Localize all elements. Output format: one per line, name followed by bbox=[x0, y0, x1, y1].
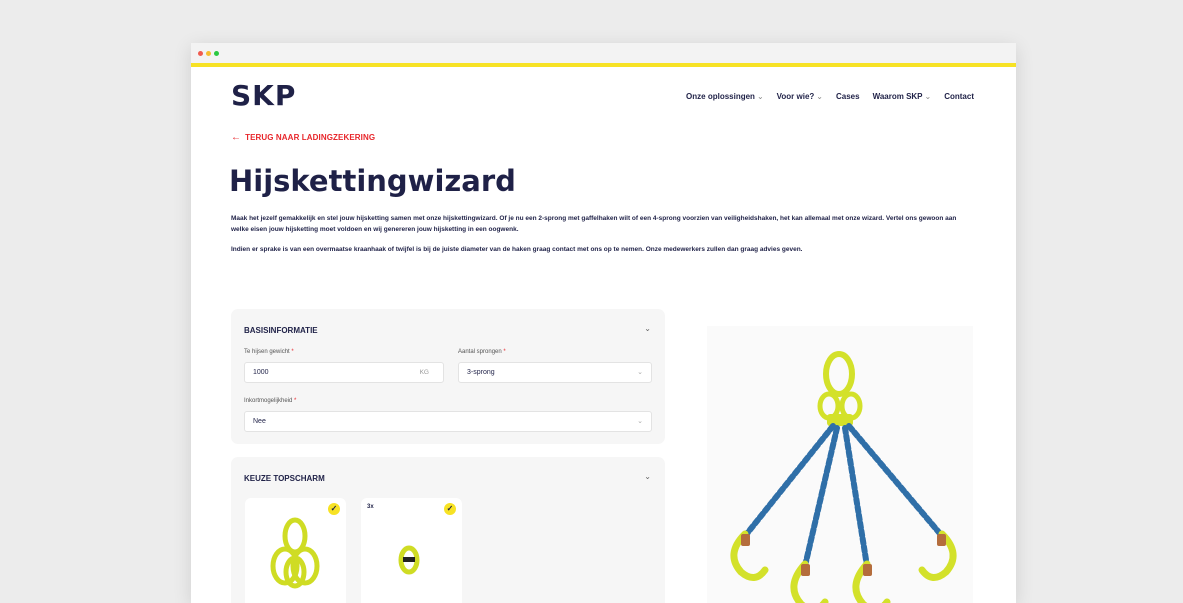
chevron-down-icon: ⌄ bbox=[756, 92, 764, 101]
nav-item-voor-wie[interactable]: Voor wie? ⌄ bbox=[777, 92, 823, 101]
required-marker: * bbox=[294, 398, 297, 404]
nav-item-contact[interactable]: Contact bbox=[944, 92, 974, 101]
nav-label: Contact bbox=[944, 92, 974, 101]
required-marker: * bbox=[291, 349, 294, 355]
main-nav: Onze oplossingen ⌄ Voor wie? ⌄ Cases Waaro… bbox=[686, 92, 974, 101]
master-link-assembly-icon bbox=[270, 517, 320, 589]
nav-label: Onze oplossingen bbox=[686, 92, 755, 101]
legs-label-text: Aantal sprongen bbox=[458, 349, 502, 355]
legs-select[interactable]: 3-sprong ⌄ bbox=[458, 362, 652, 383]
legs-label: Aantal sprongen * bbox=[458, 349, 506, 355]
topscharm-option[interactable]: ✓ bbox=[245, 498, 346, 603]
nav-item-cases[interactable]: Cases bbox=[836, 92, 860, 101]
weight-value: 1000 bbox=[253, 369, 269, 376]
basis-info-card: BASISINFORMATIE ⌄ Te hijsen gewicht * 10… bbox=[231, 309, 665, 444]
shorten-label-text: Inkortmogelijkheid bbox=[244, 398, 293, 404]
chevron-down-icon[interactable]: ⌄ bbox=[644, 472, 651, 481]
chevron-down-icon: ⌄ bbox=[924, 92, 932, 101]
arrow-left-icon: ← bbox=[231, 132, 242, 143]
required-marker: * bbox=[503, 349, 506, 355]
nav-label: Cases bbox=[836, 92, 860, 101]
weight-input[interactable]: 1000 KG bbox=[244, 362, 444, 383]
back-link-label: TERUG NAAR LADINGZEKERING bbox=[245, 133, 376, 142]
chevron-down-icon[interactable]: ⌄ bbox=[644, 324, 651, 333]
nav-item-waarom-skp[interactable]: Waarom SKP ⌄ bbox=[873, 92, 932, 101]
close-dot-icon[interactable] bbox=[198, 51, 203, 56]
weight-unit: KG bbox=[419, 369, 429, 376]
maximize-dot-icon[interactable] bbox=[214, 51, 219, 56]
skp-logo[interactable]: SKP bbox=[231, 79, 296, 112]
chevron-down-icon: ⌄ bbox=[637, 369, 643, 376]
intro-text: Maak het jezelf gemakkelijk en stel jouw… bbox=[231, 214, 971, 266]
nav-label: Waarom SKP bbox=[872, 92, 923, 101]
browser-chrome bbox=[191, 43, 1016, 63]
nav-item-onze-oplossingen[interactable]: Onze oplossingen ⌄ bbox=[686, 92, 764, 101]
basis-info-title[interactable]: BASISINFORMATIE bbox=[244, 326, 318, 335]
legs-value: 3-sprong bbox=[467, 369, 495, 376]
nav-label: Voor wie? bbox=[776, 92, 815, 101]
minimize-dot-icon[interactable] bbox=[206, 51, 211, 56]
chevron-down-icon: ⌄ bbox=[816, 92, 823, 101]
intro-paragraph: Indien er sprake is van een overmaatse k… bbox=[231, 246, 803, 253]
back-link[interactable]: ← TERUG NAAR LADINGZEKERING bbox=[231, 132, 375, 143]
topscharm-title[interactable]: KEUZE TOPSCHARM bbox=[244, 474, 325, 483]
page-title: Hijskettingwizard bbox=[229, 164, 516, 198]
shorten-label: Inkortmogelijkheid * bbox=[244, 398, 296, 404]
browser-window: SKP Onze oplossingen ⌄ Voor wie? ⌄ Cases W… bbox=[191, 43, 1016, 603]
shorten-value: Nee bbox=[253, 418, 266, 425]
site-header: SKP Onze oplossingen ⌄ Voor wie? ⌄ Cases W… bbox=[191, 67, 1016, 115]
intro-paragraph: Maak het jezelf gemakkelijk en stel jouw… bbox=[231, 215, 957, 233]
weight-label: Te hijsen gewicht * bbox=[244, 349, 294, 355]
weight-label-text: Te hijsen gewicht bbox=[244, 349, 290, 355]
topscharm-option[interactable]: 3x ✓ bbox=[361, 498, 462, 603]
chevron-down-icon: ⌄ bbox=[637, 418, 643, 425]
coupling-link-icon bbox=[398, 545, 420, 575]
chain-product-image bbox=[707, 326, 973, 603]
topscharm-card: KEUZE TOPSCHARM ⌄ ✓ 3x ✓ bbox=[231, 457, 665, 603]
shorten-select[interactable]: Nee ⌄ bbox=[244, 411, 652, 432]
